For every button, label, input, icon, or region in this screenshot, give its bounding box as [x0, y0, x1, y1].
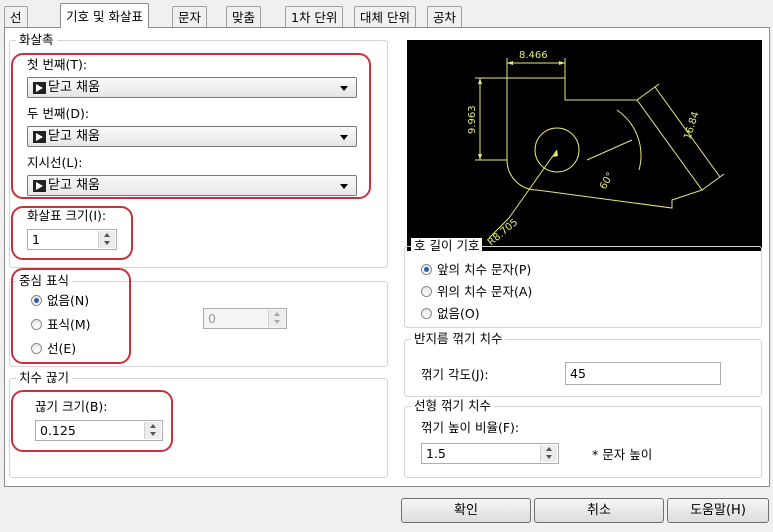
center-mark-size-spinner[interactable]: 0 — [203, 308, 287, 329]
tab-lines[interactable]: 선 — [4, 6, 28, 27]
radio-label: 없음(N) — [47, 293, 90, 308]
spinner-buttons — [98, 231, 115, 248]
dim-break-group-title: 치수 끊기 — [16, 370, 72, 386]
radio-label: 없음(O) — [437, 306, 480, 321]
radio-dot — [421, 264, 432, 275]
chevron-down-icon — [340, 86, 348, 91]
second-arrow-combo[interactable]: 닫고 채움 — [27, 126, 357, 147]
tab-alternate-units[interactable]: 대체 단위 — [354, 6, 416, 27]
chevron-down-icon — [340, 184, 348, 189]
radio-dot — [421, 308, 432, 319]
jog-angle-input[interactable]: 45 — [565, 362, 721, 385]
first-arrow-label: 첫 번째(T): — [27, 57, 88, 72]
dimension-preview: 8.466 9.963 16.84 60° R8.705 — [407, 40, 762, 251]
radio-dot — [31, 295, 42, 306]
help-button[interactable]: 도움말(H) — [667, 498, 769, 523]
chevron-down-icon — [340, 135, 348, 140]
preview-drawing: 8.466 9.963 16.84 60° R8.705 — [467, 50, 725, 248]
arrow-size-value: 1 — [32, 232, 40, 247]
spin-down-icon[interactable] — [99, 239, 115, 248]
leader-arrow-value: 닫고 채움 — [48, 178, 100, 193]
break-size-label: 끊기 크기(B): — [35, 399, 108, 414]
tab-primary-units[interactable]: 1차 단위 — [285, 6, 344, 27]
arc-above-text-radio[interactable]: 위의 치수 문자(A) — [421, 283, 601, 301]
center-mark-none-radio[interactable]: 없음(N) — [31, 292, 121, 310]
break-size-spinner[interactable]: 0.125 — [35, 420, 163, 441]
spinner-buttons — [268, 310, 285, 327]
first-arrow-combo[interactable]: 닫고 채움 — [27, 77, 357, 98]
linear-jog-group: 선형 꺾기 치수 — [404, 398, 762, 478]
linear-jog-group-title: 선형 꺾기 치수 — [411, 398, 494, 414]
second-arrow-value: 닫고 채움 — [48, 129, 100, 144]
arrow-swatch-icon — [33, 131, 46, 143]
arrowheads-group-title: 화살촉 — [16, 32, 57, 48]
spinner-buttons — [540, 445, 557, 462]
break-size-value: 0.125 — [40, 423, 76, 438]
first-arrow-value: 닫고 채움 — [48, 80, 100, 95]
cancel-button[interactable]: 취소 — [534, 498, 664, 523]
radius-jog-group-title: 반지름 꺾기 치수 — [411, 331, 506, 347]
radio-label: 선(E) — [47, 341, 77, 356]
tab-symbols-arrows[interactable]: 기호 및 화살표 — [60, 3, 149, 28]
arrow-swatch-icon — [33, 82, 46, 94]
tab-tolerances[interactable]: 공차 — [427, 6, 463, 27]
preview-dim-left: 9.963 — [467, 105, 478, 134]
center-mark-line-radio[interactable]: 선(E) — [31, 340, 121, 358]
preview-dim-slant: 16.84 — [682, 110, 701, 141]
arc-none-radio[interactable]: 없음(O) — [421, 305, 601, 323]
spinner-buttons — [144, 422, 161, 439]
tab-text[interactable]: 문자 — [172, 6, 208, 27]
jog-height-spinner[interactable]: 1.5 — [421, 443, 559, 464]
tab-fit[interactable]: 맞춤 — [226, 6, 262, 27]
jog-height-value: 1.5 — [426, 446, 446, 461]
radio-label: 위의 치수 문자(A) — [437, 284, 533, 299]
arc-before-text-radio[interactable]: 앞의 치수 문자(P) — [421, 261, 601, 279]
ok-button[interactable]: 확인 — [401, 498, 531, 523]
arrow-size-spinner[interactable]: 1 — [27, 229, 117, 250]
preview-dim-radius: R8.705 — [486, 217, 520, 248]
center-marks-group-title: 중심 표식 — [16, 273, 72, 289]
second-arrow-label: 두 번째(D): — [27, 106, 90, 121]
jog-height-suffix: * 문자 높이 — [592, 447, 653, 462]
radio-dot — [31, 343, 42, 354]
radio-label: 표식(M) — [47, 317, 91, 332]
preview-dim-top: 8.466 — [519, 50, 548, 61]
arrow-swatch-icon — [33, 180, 46, 192]
spin-down-icon[interactable] — [145, 430, 161, 439]
arrow-size-label: 화살표 크기(I): — [27, 208, 107, 223]
arc-length-group-title: 호 길이 기호 — [411, 238, 483, 254]
leader-arrow-label: 지시선(L): — [27, 155, 83, 170]
spin-down-icon[interactable] — [541, 453, 557, 462]
jog-angle-value: 45 — [570, 366, 586, 381]
center-mark-mark-radio[interactable]: 표식(M) — [31, 316, 121, 334]
leader-arrow-combo[interactable]: 닫고 채움 — [27, 175, 357, 196]
radio-dot — [31, 319, 42, 330]
preview-dim-angle: 60° — [598, 171, 616, 192]
center-mark-size-value: 0 — [208, 311, 216, 326]
radio-label: 앞의 치수 문자(P) — [437, 262, 532, 277]
radio-dot — [421, 286, 432, 297]
tab-panel: 화살촉 첫 번째(T): 닫고 채움 두 번째(D): 닫고 채움 지시선(L)… — [4, 27, 770, 487]
jog-angle-label: 꺾기 각도(J): — [421, 367, 489, 382]
jog-height-label: 꺾기 높이 비율(F): — [421, 420, 520, 435]
spin-down-icon[interactable] — [269, 318, 285, 327]
